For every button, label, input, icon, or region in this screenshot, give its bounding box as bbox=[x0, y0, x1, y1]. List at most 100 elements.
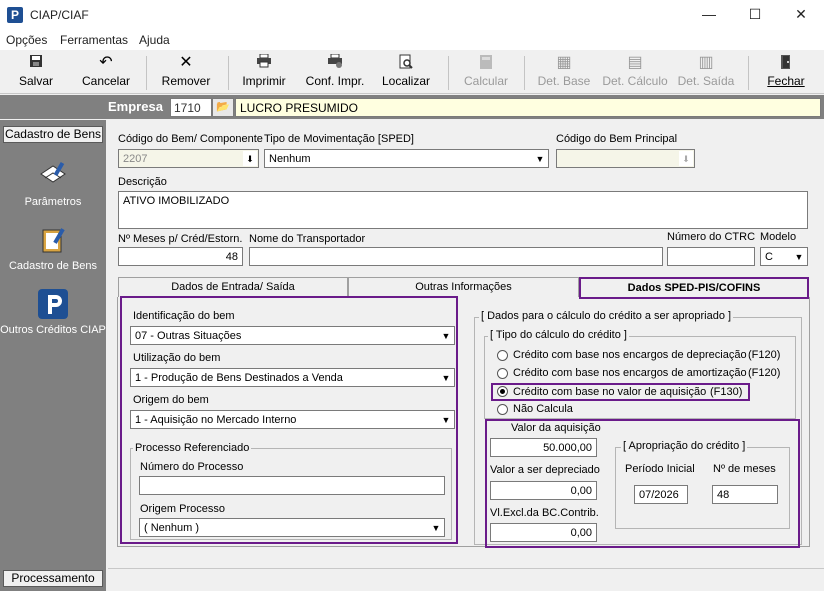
sidebar-item-parametros[interactable]: Parâmetros bbox=[0, 160, 106, 208]
sidebar-footer[interactable]: Processamento bbox=[3, 570, 103, 587]
identificacao-label: Identificação do bem bbox=[133, 310, 235, 322]
numero-processo-field[interactable] bbox=[139, 476, 445, 495]
cancelar-button[interactable]: ↶ Cancelar bbox=[76, 52, 136, 94]
option-valor-aquisicao-label: Crédito com base no valor de aquisição bbox=[513, 386, 707, 398]
calculo-group-title: [ Dados para o cálculo do crédito a ser … bbox=[479, 310, 734, 322]
fechar-button[interactable]: Fechar bbox=[758, 52, 814, 94]
radio-depreciacao[interactable] bbox=[497, 350, 508, 361]
tipo-movimentacao-label: Tipo de Movimentação [SPED] bbox=[264, 133, 414, 145]
status-bar bbox=[108, 568, 824, 591]
tipo-movimentacao-select[interactable]: Nenhum ▼ bbox=[264, 149, 549, 168]
salvar-button[interactable]: Salvar bbox=[6, 52, 66, 94]
origem-processo-select[interactable]: ( Nenhum ) ▼ bbox=[139, 518, 445, 537]
menu-ajuda[interactable]: Ajuda bbox=[139, 33, 170, 47]
printer-settings-icon bbox=[302, 53, 368, 72]
tab-dados-entrada-saida[interactable]: Dados de Entrada/ Saída bbox=[118, 277, 348, 297]
modelo-select[interactable]: C ▼ bbox=[760, 247, 808, 266]
toolbar-separator bbox=[524, 56, 525, 90]
localizar-button[interactable]: Localizar bbox=[378, 52, 434, 94]
download-arrow-icon[interactable]: ⬇ bbox=[679, 151, 693, 166]
radio-nao-calcula[interactable] bbox=[497, 404, 508, 415]
undo-icon: ↶ bbox=[99, 54, 113, 71]
document-export-icon: ▥ bbox=[698, 54, 714, 71]
codigo-principal-field[interactable]: ⬇ bbox=[556, 149, 695, 168]
chevron-down-icon: ▼ bbox=[439, 370, 453, 385]
valor-depreciado-label: Valor a ser depreciado bbox=[490, 464, 600, 476]
toolbar-separator bbox=[228, 56, 229, 90]
apropriacao-title: [ Apropriação do crédito ] bbox=[621, 440, 748, 452]
descricao-textarea[interactable]: ATIVO IMOBILIZADO bbox=[118, 191, 808, 229]
valor-aquisicao-field[interactable]: 50.000,00 bbox=[490, 438, 597, 457]
notepad-pen-icon bbox=[37, 160, 69, 192]
empresa-code-field[interactable]: 1710 bbox=[170, 98, 212, 117]
vl-excl-label: Vl.Excl.da BC.Contrib. bbox=[490, 507, 599, 519]
ctrc-field[interactable] bbox=[667, 247, 755, 266]
sidebar-item-cadastro-de-bens[interactable]: Cadastro de Bens bbox=[0, 224, 106, 272]
periodo-inicial-label: Período Inicial bbox=[625, 463, 695, 475]
menu-ferramentas[interactable]: Ferramentas bbox=[60, 33, 128, 47]
chevron-down-icon: ▼ bbox=[792, 249, 806, 264]
option-nao-calcula-label: Não Calcula bbox=[513, 403, 573, 415]
radio-amortizacao[interactable] bbox=[497, 368, 508, 379]
tab-dados-sped-pis-cofins[interactable]: Dados SPED-PIS/COFINS bbox=[579, 277, 809, 299]
origem-select[interactable]: 1 - Aquisição no Mercado Interno ▼ bbox=[130, 410, 455, 429]
chevron-down-icon: ▼ bbox=[429, 520, 443, 535]
det-saida-button[interactable]: ▥ Det. Saída bbox=[676, 52, 736, 94]
menu-opcoes[interactable]: Opções bbox=[6, 33, 47, 47]
option-amortizacao-label: Crédito com base nos encargos de amortiz… bbox=[513, 367, 747, 379]
det-base-button[interactable]: ▦ Det. Base bbox=[534, 52, 594, 94]
transportador-field[interactable] bbox=[249, 247, 663, 266]
origem-processo-label: Origem Processo bbox=[140, 503, 225, 515]
sidebar-item-outros-creditos-ciap[interactable]: Outros Créditos CIAP bbox=[0, 288, 106, 336]
maximize-button[interactable]: ☐ bbox=[732, 0, 778, 30]
download-arrow-icon[interactable]: ⬇ bbox=[243, 151, 257, 166]
door-exit-icon bbox=[758, 54, 814, 72]
radio-valor-aquisicao[interactable] bbox=[497, 386, 508, 397]
toolbar-separator bbox=[748, 56, 749, 90]
periodo-inicial-field[interactable]: 07/2026 bbox=[634, 485, 688, 504]
tab-outras-informacoes[interactable]: Outras Informações bbox=[348, 277, 579, 297]
empresa-label: Empresa bbox=[108, 99, 163, 114]
close-button[interactable]: ✕ bbox=[778, 0, 824, 30]
n-meses-label: Nº de meses bbox=[713, 463, 776, 475]
folder-open-icon[interactable]: 📂 bbox=[212, 98, 234, 117]
n-meses-field[interactable]: 48 bbox=[712, 485, 778, 504]
x-icon: ✕ bbox=[179, 54, 193, 71]
table-icon: ▤ bbox=[627, 54, 643, 71]
tipo-calculo-title: [ Tipo do cálculo do crédito ] bbox=[488, 329, 629, 341]
conf-impr-button[interactable]: Conf. Impr. bbox=[302, 52, 368, 94]
calculator-icon bbox=[458, 54, 514, 72]
chevron-down-icon: ▼ bbox=[533, 151, 547, 166]
empresa-name-field: LUCRO PRESUMIDO bbox=[235, 98, 821, 117]
imprimir-button[interactable]: Imprimir bbox=[236, 52, 292, 94]
search-document-icon bbox=[378, 54, 434, 72]
transportador-label: Nome do Transportador bbox=[249, 233, 366, 245]
option-depreciacao-label: Crédito com base nos encargos de depreci… bbox=[513, 349, 747, 361]
calcular-button[interactable]: Calcular bbox=[458, 52, 514, 94]
app-icon: P bbox=[7, 7, 23, 23]
processo-group-title: Processo Referenciado bbox=[133, 442, 252, 454]
vl-excl-field[interactable]: 0,00 bbox=[490, 523, 597, 542]
identificacao-select[interactable]: 07 - Outras Situações ▼ bbox=[130, 326, 455, 345]
remover-button[interactable]: ✕ Remover bbox=[156, 52, 216, 94]
utilizacao-label: Utilização do bem bbox=[133, 352, 221, 364]
chevron-down-icon: ▼ bbox=[439, 412, 453, 427]
codigo-bem-field[interactable]: 2207 ⬇ bbox=[118, 149, 259, 168]
codigo-principal-label: Código do Bem Principal bbox=[556, 133, 678, 145]
det-calculo-button[interactable]: ▤ Det. Cálculo bbox=[600, 52, 670, 94]
grid-icon: ▦ bbox=[556, 54, 572, 71]
option-amortizacao-code: (F120) bbox=[748, 367, 781, 379]
window-title: CIAP/CIAF bbox=[30, 8, 89, 22]
minimize-button[interactable]: — bbox=[686, 0, 732, 30]
modelo-label: Modelo bbox=[760, 231, 797, 243]
meses-field[interactable]: 48 bbox=[118, 247, 243, 266]
clipboard-pen-icon bbox=[37, 224, 69, 256]
codigo-bem-label: Código do Bem/ Componente bbox=[118, 133, 263, 145]
floppy-icon bbox=[6, 54, 66, 72]
chevron-down-icon: ▼ bbox=[439, 328, 453, 343]
toolbar-separator bbox=[448, 56, 449, 90]
utilizacao-select[interactable]: 1 - Produção de Bens Destinados a Venda ▼ bbox=[130, 368, 455, 387]
option-valor-aquisicao-code: (F130) bbox=[710, 386, 743, 398]
valor-depreciado-field[interactable]: 0,00 bbox=[490, 481, 597, 500]
sidebar-header[interactable]: Cadastro de Bens bbox=[3, 126, 103, 143]
